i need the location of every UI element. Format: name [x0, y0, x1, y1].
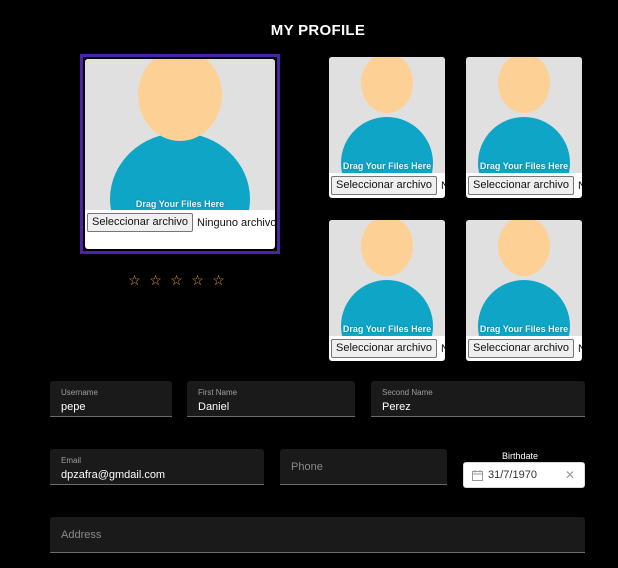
star-outline-icon[interactable]: ☆: [191, 272, 204, 288]
star-outline-icon[interactable]: ☆: [170, 272, 183, 288]
birthdate-picker[interactable]: 31/7/1970 ✕: [463, 462, 585, 488]
first-name-field[interactable]: First Name Daniel: [187, 381, 355, 417]
main-photo-upload[interactable]: Drag Your Files Here Seleccionar archivo…: [85, 59, 275, 249]
email-field[interactable]: Email dpzafra@gmdail.com: [50, 449, 264, 485]
main-photo-dropzone[interactable]: Drag Your Files Here: [85, 59, 275, 210]
file-input-row: Seleccionar archivo Ni: [331, 339, 445, 358]
select-file-button[interactable]: Seleccionar archivo: [331, 339, 437, 358]
file-input-row: Seleccionar archivo Ninguno archivo s: [87, 213, 275, 232]
file-status-text: Ninguno archivo s: [197, 216, 275, 229]
clear-icon[interactable]: ✕: [565, 468, 575, 482]
file-input-row: Seleccionar archivo Ni: [468, 339, 582, 358]
email-value: dpzafra@gmdail.com: [61, 469, 166, 481]
select-file-button[interactable]: Seleccionar archivo: [468, 176, 574, 195]
username-value: pepe: [61, 401, 86, 413]
drop-hint-text: Drag Your Files Here: [342, 161, 432, 171]
drop-hint-text: Drag Your Files Here: [479, 161, 569, 171]
page-title: MY PROFILE: [270, 22, 366, 39]
photo-dropzone[interactable]: Drag Your Files Here: [329, 57, 445, 173]
rating-stars: ☆ ☆ ☆ ☆ ☆: [128, 272, 225, 288]
file-input-row: Seleccionar archivo Ni: [331, 176, 445, 195]
photo-dropzone[interactable]: Drag Your Files Here: [329, 220, 445, 336]
photo-upload-3[interactable]: Drag Your Files Here Seleccionar archivo…: [466, 57, 582, 198]
user-avatar-icon: [341, 57, 433, 173]
phone-field[interactable]: Phone: [280, 449, 447, 485]
calendar-icon: [472, 470, 483, 481]
user-avatar-icon: [110, 59, 250, 210]
star-outline-icon[interactable]: ☆: [128, 272, 141, 288]
photo-upload-4[interactable]: Drag Your Files Here Seleccionar archivo…: [329, 220, 445, 361]
second-name-field[interactable]: Second Name Perez: [371, 381, 585, 417]
photo-upload-2[interactable]: Drag Your Files Here Seleccionar archivo…: [329, 57, 445, 198]
first-name-label: First Name: [198, 388, 238, 397]
address-field[interactable]: Address: [50, 517, 585, 553]
drop-hint-text: Drag Your Files Here: [342, 324, 432, 334]
select-file-button[interactable]: Seleccionar archivo: [331, 176, 437, 195]
star-outline-icon[interactable]: ☆: [212, 272, 225, 288]
photo-upload-5[interactable]: Drag Your Files Here Seleccionar archivo…: [466, 220, 582, 361]
drop-hint-text: Drag Your Files Here: [479, 324, 569, 334]
photo-dropzone[interactable]: Drag Your Files Here: [466, 220, 582, 336]
email-label: Email: [61, 456, 82, 465]
user-avatar-icon: [478, 220, 570, 336]
file-status-text: Ni: [578, 342, 582, 355]
file-status-text: Ni: [441, 342, 445, 355]
user-avatar-icon: [341, 220, 433, 336]
user-avatar-icon: [478, 57, 570, 173]
first-name-value: Daniel: [198, 401, 230, 413]
star-outline-icon[interactable]: ☆: [149, 272, 162, 288]
drop-hint-text: Drag Your Files Here: [135, 199, 225, 209]
birthdate-label: Birthdate: [502, 451, 539, 461]
username-field[interactable]: Username pepe: [50, 381, 172, 417]
username-label: Username: [61, 388, 98, 397]
second-name-value: Perez: [382, 401, 411, 413]
file-status-text: Ni: [578, 179, 582, 192]
profile-page: MY PROFILE Drag Your Files Here Seleccio…: [0, 0, 618, 568]
birthdate-value: 31/7/1970: [488, 469, 537, 481]
select-file-button[interactable]: Seleccionar archivo: [87, 213, 193, 232]
photo-dropzone[interactable]: Drag Your Files Here: [466, 57, 582, 173]
phone-placeholder: Phone: [291, 461, 323, 473]
file-input-row: Seleccionar archivo Ni: [468, 176, 582, 195]
second-name-label: Second Name: [382, 388, 433, 397]
select-file-button[interactable]: Seleccionar archivo: [468, 339, 574, 358]
address-placeholder: Address: [61, 529, 102, 541]
file-status-text: Ni: [441, 179, 445, 192]
